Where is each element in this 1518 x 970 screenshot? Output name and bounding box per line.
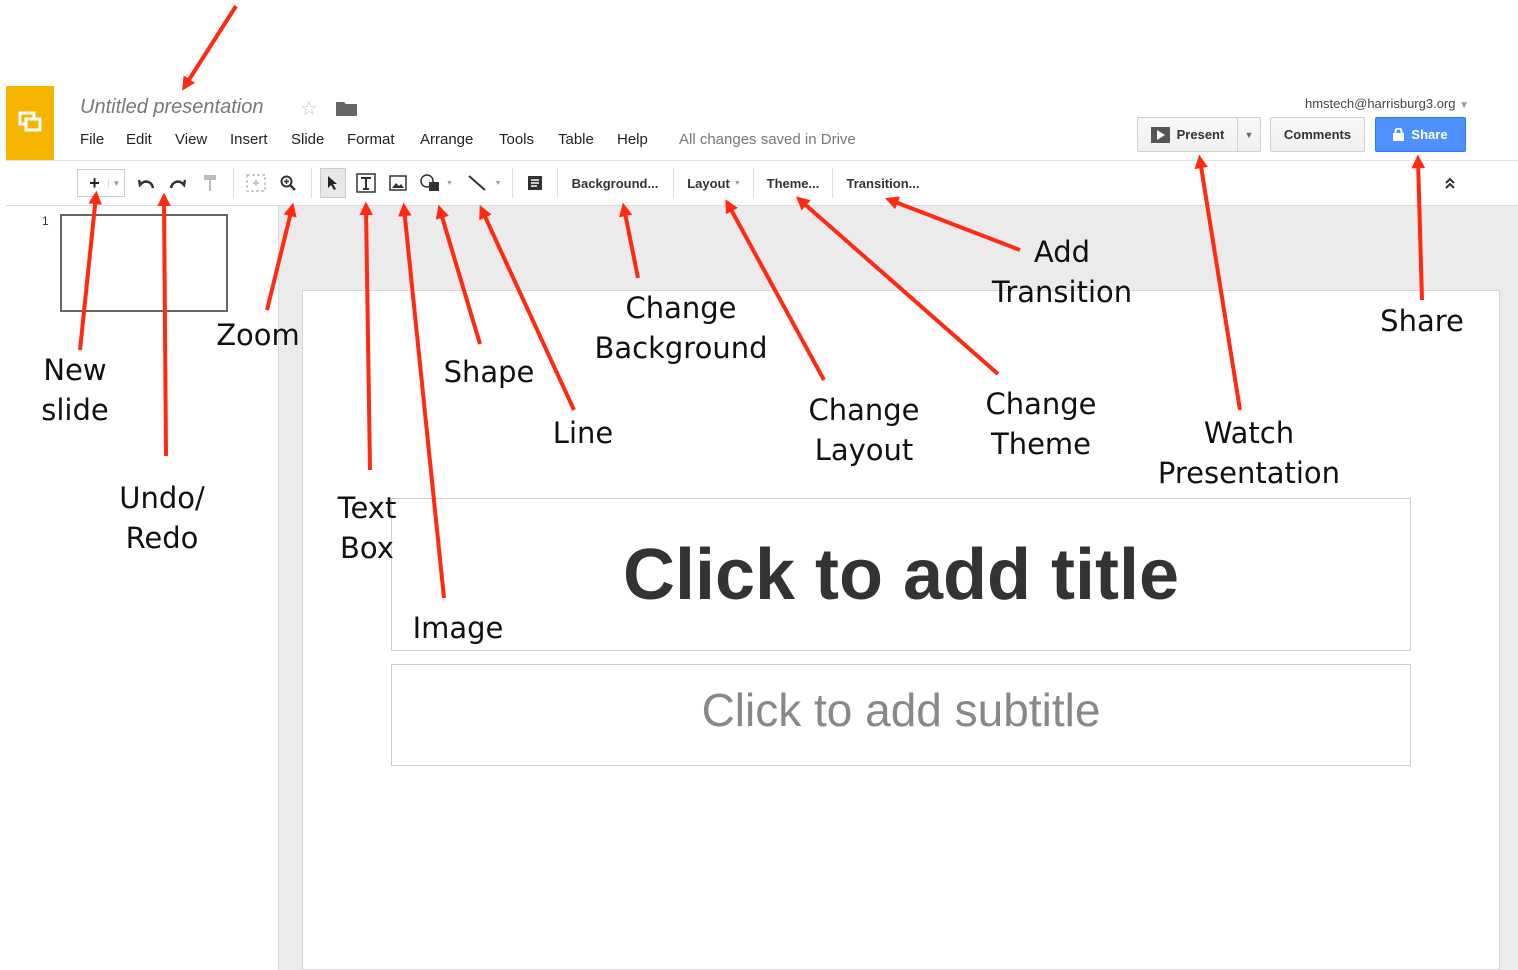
arrow-present [1194, 154, 1242, 411]
annotation-zoom: Zoom [216, 318, 300, 352]
annotation-new-slide: New slide [41, 353, 109, 427]
arrow-zoom [265, 202, 297, 311]
annotation-watch-presentation: Watch Presentation [1157, 416, 1341, 490]
annotation-change-theme: Change Theme [985, 387, 1097, 461]
arrow-title [182, 4, 238, 91]
annotation-change-layout: Change Layout [808, 393, 920, 467]
annotation-share: Share [1380, 304, 1464, 338]
annotation-line: Line [552, 416, 614, 450]
annotation-undo-redo: Undo/ Redo [119, 481, 205, 555]
arrow-shape [435, 204, 482, 345]
arrow-theme [795, 196, 1000, 376]
annotation-shape: Shape [443, 355, 535, 389]
arrow-undo-redo [157, 192, 171, 457]
arrow-background [618, 202, 640, 279]
annotation-change-background: Change Background [594, 291, 768, 365]
annotation-text-box: Text Box [337, 491, 397, 565]
arrow-share [1411, 154, 1426, 301]
annotation-add-transition: Add Transition [991, 235, 1133, 309]
arrow-new-slide [78, 190, 102, 351]
arrow-text-box [359, 201, 373, 471]
annotation-image: Image [412, 611, 504, 645]
